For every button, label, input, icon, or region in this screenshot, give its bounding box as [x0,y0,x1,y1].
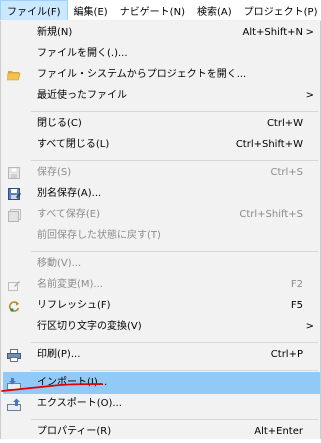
menu-item-label: ファイル・システムからプロジェクトを開く... [37,69,247,80]
menu-item-label: 新規(N) [37,27,73,38]
submenu-arrow-icon: > [305,27,314,38]
menu-bar: ファイル(F) 編集(E) ナビゲート(N) 検索(A) プロジェクト(P) 実… [0,0,321,21]
menu-item-label: 最近使ったファイル [37,90,127,101]
menu-item-open-file[interactable]: ファイルを開く(.)... [3,43,320,65]
export-icon [7,397,21,411]
menu-item-label: プロパティー(R) [37,426,112,437]
menu-item-move[interactable]: 移動(V)... [3,253,320,275]
menu-item-close[interactable]: 閉じる(C) Ctrl+W [3,113,320,135]
menu-item-shortcut: Ctrl+Shift+W [235,139,303,150]
menu-item-open-projects-from-file-system[interactable]: ファイル・システムからプロジェクトを開く... [3,64,320,86]
menu-item-properties[interactable]: プロパティー(R) Alt+Enter [3,421,320,443]
menu-item-revert[interactable]: 前回保存した状態に戻す(T) [3,225,320,247]
menu-item-shortcut: Alt+Shift+N [242,27,303,38]
submenu-arrow-icon: > [305,321,314,332]
red-annotation-line [1,383,103,392]
menu-separator [31,251,318,252]
menu-item-refresh[interactable]: リフレッシュ(F) F5 [3,295,320,317]
menu-item-shortcut: Alt+Enter [254,426,303,437]
menu-item-new[interactable]: 新規(N) Alt+Shift+N > [3,22,320,44]
menu-item-save[interactable]: 保存(S) Ctrl+S [3,162,320,184]
menu-project[interactable]: プロジェクト(P) [238,0,321,20]
menu-item-recent-files[interactable]: 最近使ったファイル > [3,85,320,107]
menu-item-shortcut: Ctrl+W [266,118,303,129]
menu-item-rename[interactable]: 名前変更(M)... F2 [3,274,320,296]
save-as-icon [7,187,21,201]
menu-separator [31,160,318,161]
menu-item-save-as[interactable]: 別名保存(A)... [3,183,320,205]
save-all-icon [7,208,21,222]
menu-item-label: 前回保存した状態に戻す(T) [37,230,161,241]
menu-separator [31,370,318,371]
menu-item-label: 名前変更(M)... [37,279,103,290]
menu-item-save-all[interactable]: すべて保存(E) Ctrl+Shift+S [3,204,320,226]
refresh-icon [7,299,21,313]
menu-item-label: リフレッシュ(F) [37,300,111,311]
save-icon [7,166,21,180]
menu-item-close-all[interactable]: すべて閉じる(L) Ctrl+Shift+W [3,134,320,156]
menu-item-label: 別名保存(A)... [37,188,102,199]
menu-item-label: 移動(V)... [37,258,82,269]
menu-separator [31,111,318,112]
menu-item-label: エクスポート(O)... [37,398,122,409]
menu-item-label: 行区切り文字の変換(V) [37,321,142,332]
printer-icon [7,348,21,362]
menu-edit[interactable]: 編集(E) [68,0,114,20]
menu-item-convert-line-delimiters[interactable]: 行区切り文字の変換(V) > [3,316,320,338]
menu-item-label: 保存(S) [37,167,72,178]
menu-item-label: すべて保存(E) [37,209,101,220]
menu-item-shortcut: F2 [290,279,303,290]
menu-item-shortcut: Ctrl+S [270,167,303,178]
menu-search[interactable]: 検索(A) [191,0,238,20]
menu-file[interactable]: ファイル(F) [0,0,68,20]
menu-item-export[interactable]: エクスポート(O)... [3,393,320,415]
menu-separator [31,419,318,420]
menu-item-print[interactable]: 印刷(P)... Ctrl+P [3,344,320,366]
file-menu-dropdown: 新規(N) Alt+Shift+N > ファイルを開く(.)... ファイル・シ… [0,21,321,439]
menu-item-label: 閉じる(C) [37,118,82,129]
rename-icon [7,278,21,292]
menu-item-label: すべて閉じる(L) [37,139,110,150]
menu-item-shortcut: F5 [290,300,303,311]
menu-item-shortcut: Ctrl+Shift+S [239,209,303,220]
menu-separator [31,342,318,343]
menu-item-label: ファイルを開く(.)... [37,48,128,59]
menu-navigate[interactable]: ナビゲート(N) [114,0,191,20]
menu-item-shortcut: Ctrl+P [270,349,303,360]
menu-item-label: 印刷(P)... [37,349,81,360]
folder-icon [7,68,21,82]
submenu-arrow-icon: > [305,90,314,101]
